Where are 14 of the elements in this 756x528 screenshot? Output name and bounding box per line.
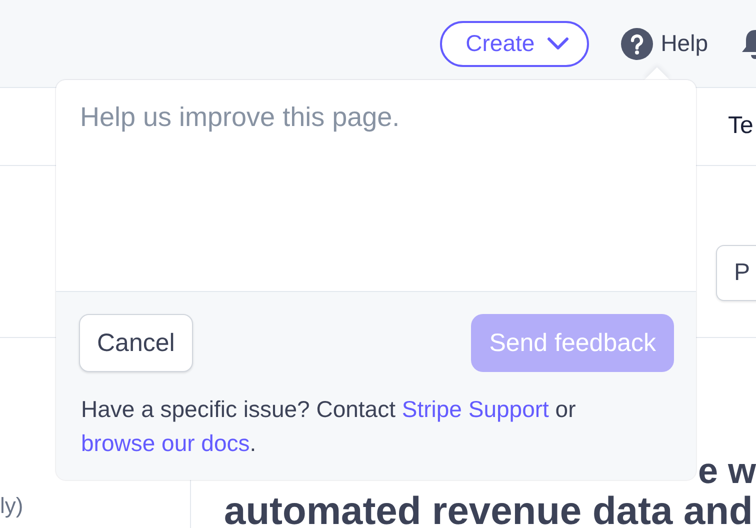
cancel-button[interactable]: Cancel (79, 314, 193, 372)
help-note: Have a specific issue? Contact Stripe Support or browse our docs. (81, 395, 577, 458)
filter-button[interactable]: P (716, 245, 756, 301)
help-link[interactable]: Help (620, 28, 708, 60)
create-button[interactable]: Create (440, 20, 589, 66)
heading-text: automated revenue data and (224, 490, 753, 528)
description-text: ly) (0, 493, 24, 519)
question-mark-icon (620, 28, 653, 60)
tab-label[interactable]: Te (728, 112, 754, 140)
chevron-down-icon (546, 36, 569, 50)
heading-text: e w (698, 450, 756, 492)
support-link[interactable]: Stripe Support (402, 396, 549, 422)
support-link[interactable]: browse our docs (81, 430, 250, 456)
feedback-field[interactable]: Help us improve this page. (56, 80, 696, 292)
